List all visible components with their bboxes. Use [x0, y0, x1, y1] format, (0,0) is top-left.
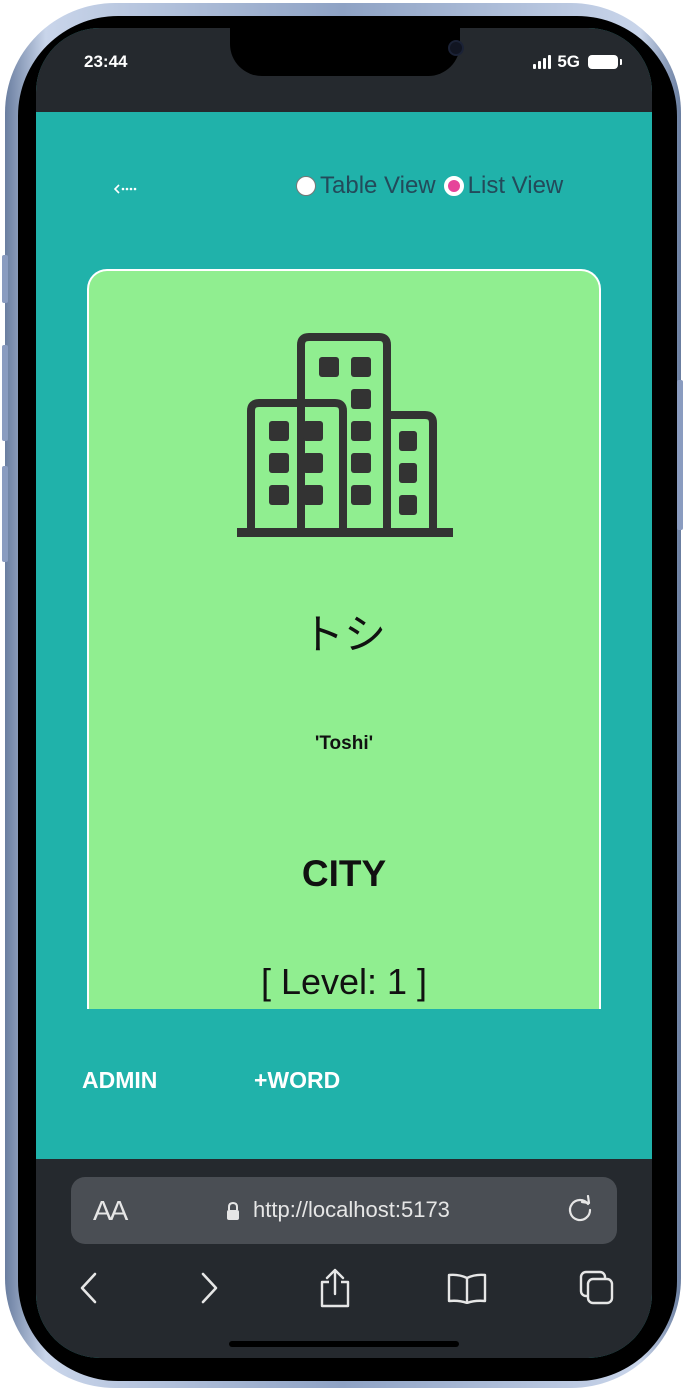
back-button[interactable]: [108, 176, 144, 202]
card-romaji: 'Toshi': [314, 733, 374, 754]
status-indicators: 5G: [533, 52, 622, 72]
card-level: [ Level: 1 ]: [260, 961, 428, 1002]
browser-back-button[interactable]: [66, 1265, 112, 1311]
browser-chrome: AA http://localhost:5173: [36, 1159, 652, 1358]
browser-toolbar: [36, 1265, 652, 1315]
table-view-radio[interactable]: [296, 176, 316, 196]
screen: 23:44 5G Table View List View トシ 'Toshi'…: [36, 28, 652, 1358]
admin-link[interactable]: ADMIN: [82, 1067, 157, 1094]
dotted-left-arrow-icon: [114, 184, 137, 194]
list-view-option[interactable]: List View: [443, 172, 572, 200]
tabs-button[interactable]: [574, 1265, 620, 1311]
volume-up-button: [2, 345, 8, 441]
tabs-icon: [579, 1270, 614, 1305]
home-indicator[interactable]: [229, 1341, 459, 1347]
url-text: http://localhost:5173: [253, 1197, 450, 1222]
text-size-button[interactable]: AA: [93, 1195, 128, 1227]
city-buildings-icon: [237, 333, 453, 537]
text-size-label: AA: [93, 1195, 128, 1226]
volume-down-button: [2, 466, 8, 562]
card-category: CITY: [301, 853, 387, 894]
bookmarks-button[interactable]: [444, 1265, 490, 1311]
list-view-label: List View: [467, 172, 564, 199]
notch: [230, 28, 464, 76]
camera: [448, 40, 464, 56]
view-toggle: Table View List View: [296, 172, 571, 200]
status-bar: 23:44 5G: [36, 28, 652, 112]
share-button[interactable]: [312, 1265, 358, 1311]
app-content: Table View List View トシ 'Toshi' CITY [L…: [36, 112, 652, 1159]
silent-switch: [2, 255, 8, 303]
table-view-label: Table View: [320, 172, 436, 199]
status-time: 23:44: [84, 52, 128, 71]
address-bar[interactable]: AA http://localhost:5173: [71, 1177, 617, 1244]
browser-forward-button[interactable]: [186, 1265, 232, 1311]
reload-icon[interactable]: [565, 1195, 595, 1225]
card-word: トシ: [301, 610, 386, 659]
power-button: [677, 380, 683, 530]
back-icon: [80, 1272, 97, 1304]
lock-icon: [227, 1201, 239, 1220]
forward-icon: [201, 1272, 218, 1304]
network-label: 5G: [557, 52, 580, 71]
word-card[interactable]: トシ 'Toshi' CITY [ Level: 1 ]: [87, 269, 601, 1009]
add-word-link[interactable]: +WORD: [254, 1067, 340, 1094]
table-view-option[interactable]: Table View: [296, 172, 444, 200]
bookmarks-icon: [447, 1273, 487, 1304]
share-icon: [320, 1268, 350, 1308]
list-view-radio[interactable]: [443, 176, 464, 196]
battery-icon: [588, 55, 622, 69]
signal-icon: [533, 55, 552, 69]
